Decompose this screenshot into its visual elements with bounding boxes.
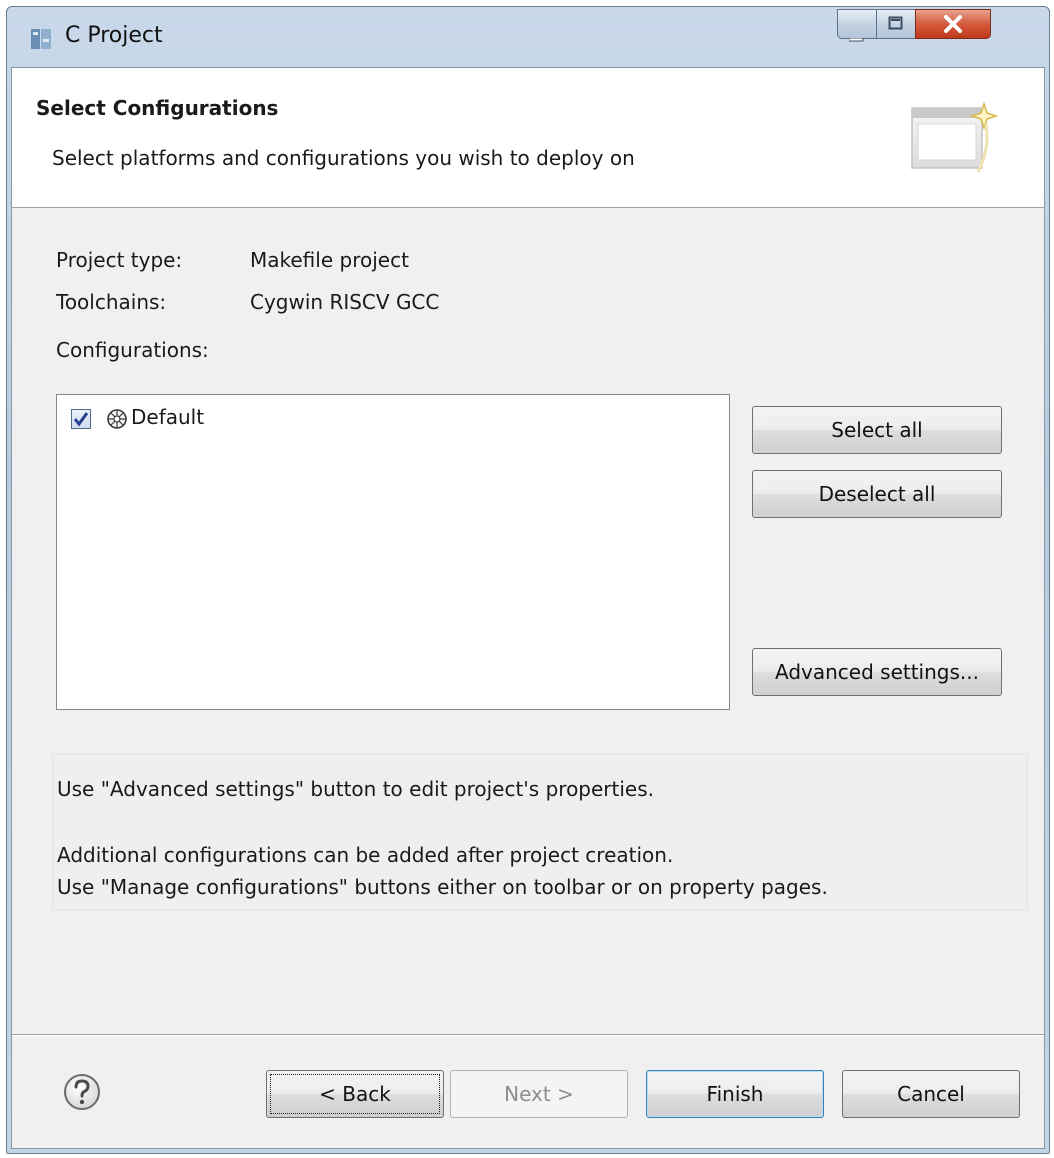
help-icon[interactable] xyxy=(62,1072,102,1112)
page-description: Select platforms and configurations you … xyxy=(52,146,635,170)
c-project-dialog: C Project Select Configurations Select p… xyxy=(6,6,1050,1154)
dialog-client-area: Select Configurations Select platforms a… xyxy=(11,67,1045,1149)
maximize-button[interactable] xyxy=(876,9,916,39)
minimize-icon xyxy=(838,27,876,46)
project-type-value: Makefile project xyxy=(250,248,409,272)
window-title: C Project xyxy=(65,23,163,48)
advanced-settings-button[interactable]: Advanced settings... xyxy=(752,648,1002,696)
configurations-list[interactable]: Default xyxy=(56,394,730,710)
back-button[interactable]: < Back xyxy=(266,1070,444,1118)
close-icon xyxy=(916,15,990,37)
maximize-icon xyxy=(877,16,915,36)
configurations-label: Configurations: xyxy=(56,338,209,362)
wizard-banner-icon xyxy=(898,94,999,184)
configuration-icon xyxy=(105,407,129,431)
toolchains-label: Toolchains: xyxy=(56,290,167,314)
toolchains-value: Cygwin RISCV GCC xyxy=(250,290,440,314)
select-all-button[interactable]: Select all xyxy=(752,406,1002,454)
info-line-manage: Use "Manage configurations" buttons eith… xyxy=(57,875,828,899)
cancel-button[interactable]: Cancel xyxy=(842,1070,1020,1118)
config-item-label: Default xyxy=(131,405,205,429)
default-config-checkbox[interactable] xyxy=(71,409,91,429)
info-line-additional: Additional configurations can be added a… xyxy=(57,843,674,867)
focus-ring xyxy=(270,1074,440,1114)
page-title: Select Configurations xyxy=(36,96,279,120)
info-line-advanced: Use "Advanced settings" button to edit p… xyxy=(57,777,655,801)
finish-button[interactable]: Finish xyxy=(646,1070,824,1118)
footer-separator-highlight xyxy=(12,1035,1044,1036)
title-bar[interactable]: C Project xyxy=(7,7,1049,67)
deselect-all-button[interactable]: Deselect all xyxy=(752,470,1002,518)
minimize-button[interactable] xyxy=(837,9,877,42)
eclipse-app-icon xyxy=(29,27,53,51)
close-button[interactable] xyxy=(915,9,991,39)
wizard-header: Select Configurations Select platforms a… xyxy=(12,68,1044,208)
next-button[interactable]: Next > xyxy=(450,1070,628,1118)
project-type-label: Project type: xyxy=(56,248,183,272)
info-panel: Use "Advanced settings" button to edit p… xyxy=(52,754,1028,910)
